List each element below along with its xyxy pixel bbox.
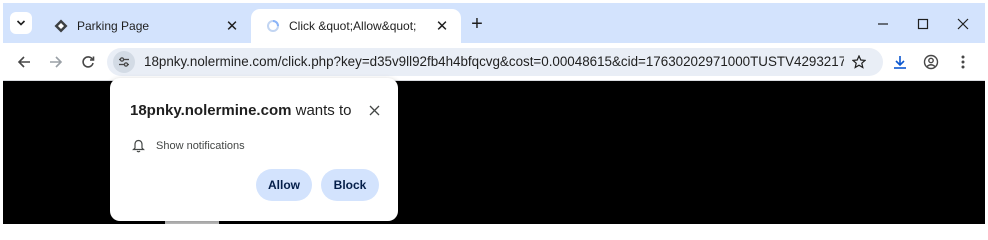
toolbar: 18pnky.nolermine.com/click.php?key=d35v9… xyxy=(3,43,985,81)
loading-spinner-icon xyxy=(265,18,281,34)
forward-button[interactable] xyxy=(44,50,68,74)
close-icon xyxy=(957,18,969,30)
back-button[interactable] xyxy=(12,50,36,74)
forward-arrow-icon xyxy=(50,56,63,68)
menu-button[interactable] xyxy=(951,50,975,74)
permission-row: Show notifications xyxy=(130,138,245,154)
close-window-button[interactable] xyxy=(950,11,976,37)
new-tab-button[interactable]: + xyxy=(465,12,489,36)
address-bar[interactable]: 18pnky.nolermine.com/click.php?key=d35v9… xyxy=(107,48,883,76)
site-info-button[interactable] xyxy=(113,51,135,73)
maximize-icon xyxy=(917,18,929,30)
tune-icon xyxy=(119,57,129,67)
account-icon xyxy=(923,54,939,70)
notification-permission-popup: 18pnky.nolermine.com wants to Show notif… xyxy=(110,78,398,221)
url-text[interactable]: 18pnky.nolermine.com/click.php?key=d35v9… xyxy=(144,54,844,70)
tab-title: Click &quot;Allow&quot; xyxy=(289,19,417,33)
close-icon xyxy=(369,105,379,115)
plus-icon: + xyxy=(471,12,483,35)
reload-icon xyxy=(82,56,95,68)
tab-parking-page[interactable]: Parking Page ✕ xyxy=(39,9,251,43)
maximize-button[interactable] xyxy=(910,11,936,37)
popup-domain: 18pnky.nolermine.com xyxy=(130,102,292,119)
tab-title: Parking Page xyxy=(77,19,150,33)
downloads-button[interactable] xyxy=(888,50,912,74)
reload-button[interactable] xyxy=(76,50,100,74)
popup-close-button[interactable] xyxy=(364,100,384,120)
download-icon xyxy=(894,56,906,69)
bookmark-star-button[interactable] xyxy=(848,51,870,73)
block-button[interactable]: Block xyxy=(321,169,379,201)
bell-icon xyxy=(130,138,146,154)
tab-close-icon[interactable]: ✕ xyxy=(433,17,451,35)
browser-window: Parking Page ✕ Click &quot;Allow&quot; ✕… xyxy=(3,3,985,224)
permission-label: Show notifications xyxy=(156,140,245,152)
star-icon xyxy=(852,55,866,69)
popup-title: 18pnky.nolermine.com wants to xyxy=(130,102,351,119)
minimize-button[interactable] xyxy=(870,11,896,37)
tab-strip: Parking Page ✕ Click &quot;Allow&quot; ✕… xyxy=(3,3,985,43)
tab-click-allow[interactable]: Click &quot;Allow&quot; ✕ xyxy=(251,9,461,43)
tab-search-button[interactable] xyxy=(10,12,32,34)
back-arrow-icon xyxy=(17,56,30,68)
tab-close-icon[interactable]: ✕ xyxy=(223,17,241,35)
more-vert-icon xyxy=(961,55,965,69)
chevron-down-icon xyxy=(16,20,26,26)
minimize-icon xyxy=(878,23,888,25)
allow-button[interactable]: Allow xyxy=(256,169,312,201)
parking-diamond-icon xyxy=(53,18,69,34)
popup-title-suffix: wants to xyxy=(291,102,352,119)
profile-button[interactable] xyxy=(919,50,943,74)
